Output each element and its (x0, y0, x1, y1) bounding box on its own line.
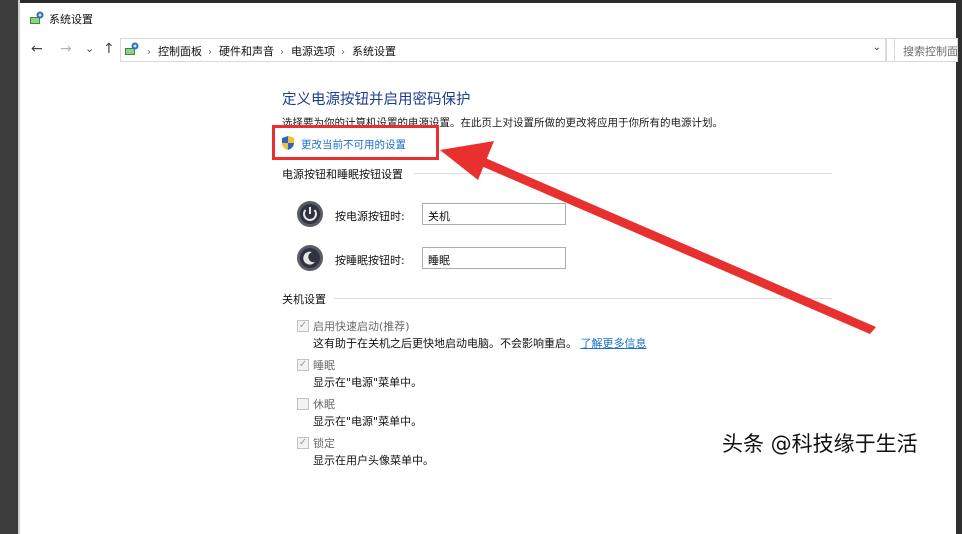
watermark-text: 头条 @科技缘于生活 (722, 432, 918, 456)
